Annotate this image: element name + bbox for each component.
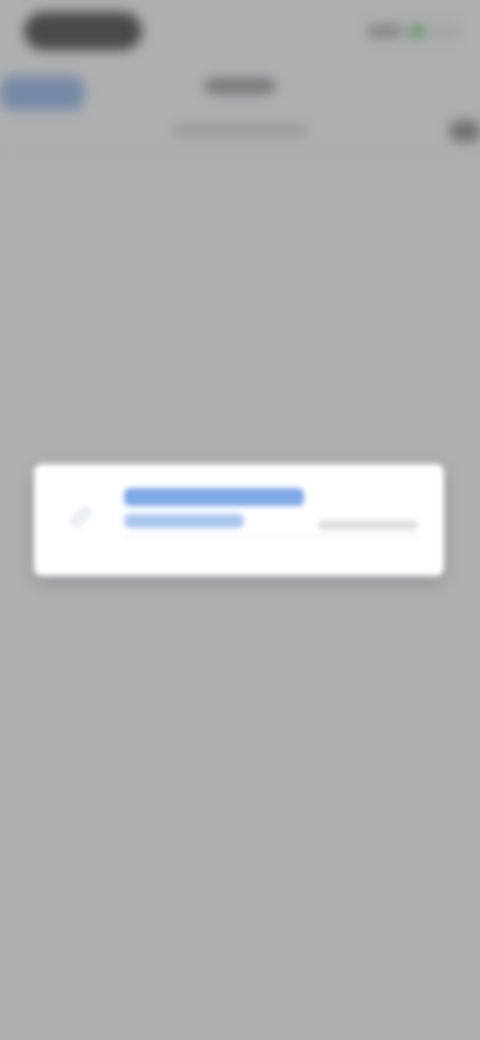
link-popup[interactable]	[34, 464, 444, 576]
link-icon	[64, 500, 98, 534]
divider	[124, 536, 418, 537]
popup-meta	[318, 520, 418, 530]
popup-link[interactable]	[124, 514, 244, 528]
popup-title[interactable]	[124, 488, 304, 506]
